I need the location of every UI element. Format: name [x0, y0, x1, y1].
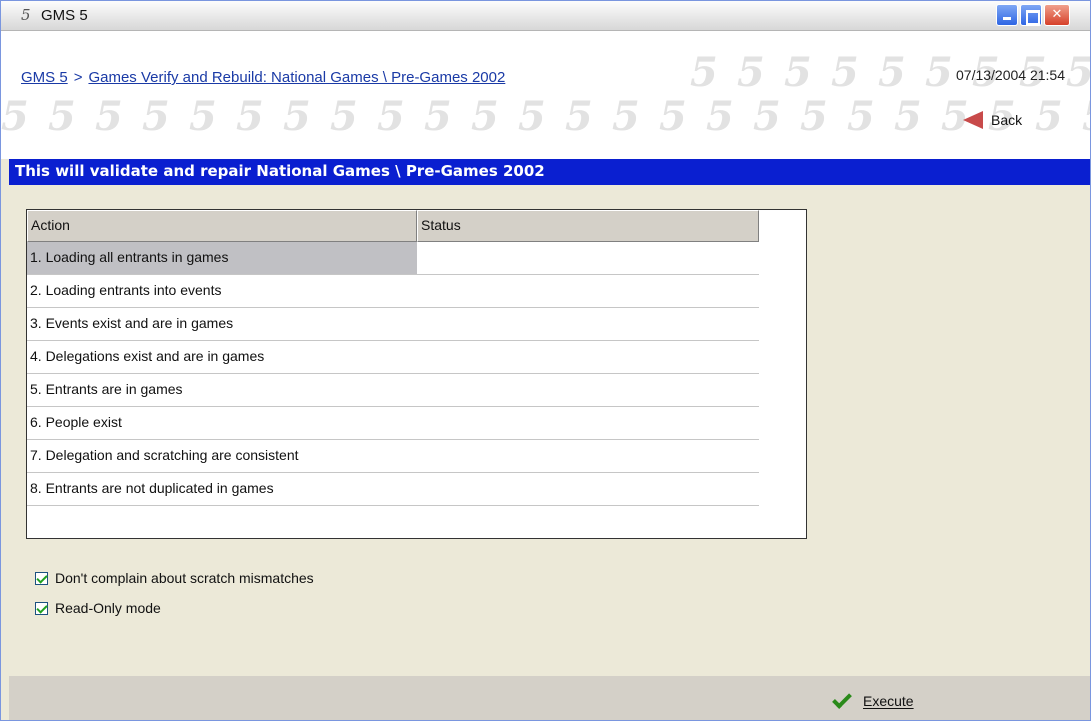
- maximize-button[interactable]: [1020, 4, 1042, 26]
- watermark-glyph: 5: [565, 93, 593, 140]
- minimize-button[interactable]: [996, 4, 1018, 26]
- checkbox-checked-icon[interactable]: [35, 571, 48, 585]
- action-cell: 8. Entrants are not duplicated in games: [30, 480, 274, 496]
- page-header: 5555555555555555555555555555555555 GMS 5…: [1, 31, 1090, 159]
- action-cell: 7. Delegation and scratching are consist…: [30, 447, 299, 463]
- app-logo-icon: 5: [21, 6, 31, 24]
- action-cell: 2. Loading entrants into events: [30, 282, 222, 298]
- watermark-glyph: 5: [894, 93, 922, 140]
- watermark-glyph: 5: [1082, 93, 1090, 140]
- checkmark-icon: [832, 689, 852, 709]
- column-header-action[interactable]: Action: [27, 210, 417, 242]
- watermark-glyph: 5: [424, 93, 452, 140]
- watermark-glyph: 5: [800, 93, 828, 140]
- watermark-pattern: 5555555555555555555555555555555555: [1, 31, 1090, 159]
- main-content: Action Status 1. Loading all entrants in…: [9, 185, 1090, 676]
- status-cell: [417, 275, 759, 307]
- watermark-glyph: 5: [925, 49, 953, 96]
- watermark-glyph: 5: [518, 93, 546, 140]
- watermark-glyph: 5: [690, 49, 718, 96]
- table-row[interactable]: 1. Loading all entrants in games: [27, 242, 759, 275]
- watermark-glyph: 5: [1066, 49, 1090, 96]
- watermark-glyph: 5: [737, 49, 765, 96]
- grid-body: 1. Loading all entrants in games 2. Loadi…: [27, 242, 806, 506]
- table-row[interactable]: 8. Entrants are not duplicated in games: [27, 473, 759, 506]
- checkbox-checked-icon[interactable]: [35, 601, 48, 615]
- table-row[interactable]: 3. Events exist and are in games: [27, 308, 759, 341]
- table-row[interactable]: 4. Delegations exist and are in games: [27, 341, 759, 374]
- title-bar: 5 GMS 5 ✕: [1, 1, 1090, 31]
- watermark-glyph: 5: [1, 93, 29, 140]
- watermark-glyph: 5: [377, 93, 405, 140]
- scratch-mismatch-checkbox[interactable]: Don't complain about scratch mismatches: [35, 570, 314, 586]
- action-cell: 4. Delegations exist and are in games: [30, 348, 265, 364]
- app-window: 5 GMS 5 ✕ 555555555555555555555555555555…: [0, 0, 1091, 721]
- status-cell: [417, 242, 759, 274]
- table-row[interactable]: 6. People exist: [27, 407, 759, 440]
- status-cell: [417, 407, 759, 439]
- watermark-glyph: 5: [878, 49, 906, 96]
- watermark-glyph: 5: [236, 93, 264, 140]
- action-cell: 6. People exist: [30, 414, 122, 430]
- watermark-glyph: 5: [330, 93, 358, 140]
- back-button[interactable]: Back: [963, 109, 1022, 131]
- breadcrumb: GMS 5 > Games Verify and Rebuild: National…: [21, 69, 505, 86]
- watermark-glyph: 5: [784, 49, 812, 96]
- page-banner: This will validate and repair National G…: [9, 159, 1090, 185]
- status-cell: [417, 341, 759, 373]
- table-row[interactable]: 2. Loading entrants into events: [27, 275, 759, 308]
- breadcrumb-separator: >: [73, 69, 83, 86]
- action-cell: 1. Loading all entrants in games: [27, 242, 417, 274]
- execute-button[interactable]: Execute: [831, 689, 914, 712]
- status-cell: [417, 308, 759, 340]
- column-header-status[interactable]: Status: [417, 210, 759, 242]
- window-title: GMS 5: [41, 7, 88, 24]
- watermark-glyph: 5: [847, 93, 875, 140]
- action-cell: 3. Events exist and are in games: [30, 315, 234, 331]
- watermark-glyph: 5: [189, 93, 217, 140]
- watermark-glyph: 5: [95, 93, 123, 140]
- breadcrumb-current-link[interactable]: Games Verify and Rebuild: National Games…: [88, 69, 505, 86]
- action-cell: 5. Entrants are in games: [30, 381, 183, 397]
- execute-label: Execute: [863, 693, 914, 709]
- watermark-glyph: 5: [659, 93, 687, 140]
- datetime-display: 07/13/2004 21:54: [956, 67, 1065, 83]
- watermark-glyph: 5: [831, 49, 859, 96]
- back-arrow-icon: [963, 111, 983, 129]
- grid-header: Action Status: [27, 210, 806, 242]
- readonly-mode-label: Read-Only mode: [55, 600, 161, 616]
- watermark-glyph: 5: [283, 93, 311, 140]
- status-cell: [417, 440, 759, 472]
- footer-bar: Execute: [9, 676, 1090, 720]
- scratch-mismatch-label: Don't complain about scratch mismatches: [55, 570, 314, 586]
- status-cell: [417, 473, 759, 505]
- table-row[interactable]: 5. Entrants are in games: [27, 374, 759, 407]
- close-button[interactable]: ✕: [1044, 4, 1070, 26]
- actions-grid: Action Status 1. Loading all entrants in…: [26, 209, 807, 539]
- readonly-mode-checkbox[interactable]: Read-Only mode: [35, 600, 161, 616]
- watermark-glyph: 5: [1035, 93, 1063, 140]
- watermark-glyph: 5: [706, 93, 734, 140]
- breadcrumb-root-link[interactable]: GMS 5: [21, 69, 68, 86]
- watermark-glyph: 5: [471, 93, 499, 140]
- status-cell: [417, 374, 759, 406]
- watermark-glyph: 5: [753, 93, 781, 140]
- watermark-glyph: 5: [612, 93, 640, 140]
- table-row[interactable]: 7. Delegation and scratching are consist…: [27, 440, 759, 473]
- watermark-glyph: 5: [48, 93, 76, 140]
- watermark-glyph: 5: [142, 93, 170, 140]
- back-label: Back: [991, 112, 1023, 128]
